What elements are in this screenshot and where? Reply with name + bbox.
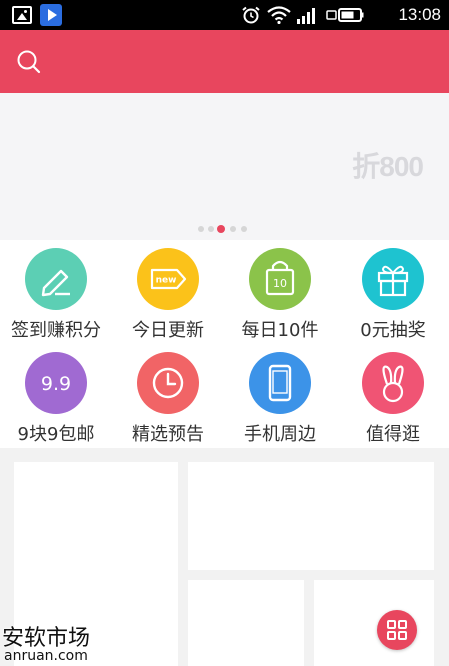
nine-nine-icon: 9.9	[25, 352, 87, 414]
search-icon	[17, 50, 41, 74]
category-free-lottery[interactable]: 0元抽奖	[337, 240, 449, 344]
page-dot	[208, 226, 214, 232]
search-button[interactable]	[16, 49, 42, 75]
deal-card[interactable]	[188, 462, 434, 570]
play-store-icon	[40, 4, 62, 26]
category-label: 精选预告	[132, 424, 204, 445]
category-today-new[interactable]: new 今日更新	[112, 240, 224, 344]
grid-icon	[387, 620, 407, 640]
page-dot	[198, 226, 204, 232]
category-worth-browsing[interactable]: 值得逛	[337, 344, 449, 448]
battery-icon	[326, 8, 364, 22]
category-label: 值得逛	[366, 424, 420, 445]
category-phone-accessories[interactable]: 手机周边	[224, 344, 336, 448]
category-preview[interactable]: 精选预告	[112, 344, 224, 448]
status-bar: 13:08	[0, 0, 449, 30]
gift-icon	[362, 248, 424, 310]
watermark-en: anruan.com	[4, 648, 88, 664]
new-badge: new	[156, 276, 177, 286]
category-grid: 签到赚积分 new 今日更新 10 每日10件 0元抽奖 9.9 9块9包邮 精…	[0, 240, 449, 448]
page-dot-active	[217, 225, 225, 233]
clock-icon	[137, 352, 199, 414]
page-dot	[241, 226, 247, 232]
deal-card[interactable]	[188, 580, 304, 666]
wifi-icon	[267, 6, 291, 24]
phone-icon	[249, 352, 311, 414]
status-time: 13:08	[398, 5, 441, 24]
bag-icon: 10	[249, 248, 311, 310]
gallery-icon	[12, 6, 32, 24]
category-menu-button[interactable]	[377, 610, 417, 650]
promo-banner[interactable]: 折800	[0, 93, 449, 240]
new-tag-icon: new	[137, 248, 199, 310]
category-checkin[interactable]: 签到赚积分	[0, 240, 112, 344]
pencil-icon	[25, 248, 87, 310]
category-label: 签到赚积分	[11, 320, 101, 341]
alarm-icon	[242, 6, 260, 24]
nine-nine-badge: 9.9	[41, 373, 71, 395]
page-dot	[230, 226, 236, 232]
category-label: 今日更新	[132, 320, 204, 341]
banner-logo: 折800	[352, 151, 424, 182]
signal-icon	[297, 8, 315, 24]
app-header	[0, 30, 449, 93]
bag-badge: 10	[273, 277, 287, 290]
category-label: 0元抽奖	[360, 320, 426, 341]
category-label: 手机周边	[244, 424, 316, 445]
bunny-icon	[362, 352, 424, 414]
category-free-shipping[interactable]: 9.9 9块9包邮	[0, 344, 112, 448]
category-daily-10[interactable]: 10 每日10件	[224, 240, 336, 344]
category-label: 每日10件	[241, 320, 319, 341]
category-label: 9块9包邮	[17, 424, 95, 445]
